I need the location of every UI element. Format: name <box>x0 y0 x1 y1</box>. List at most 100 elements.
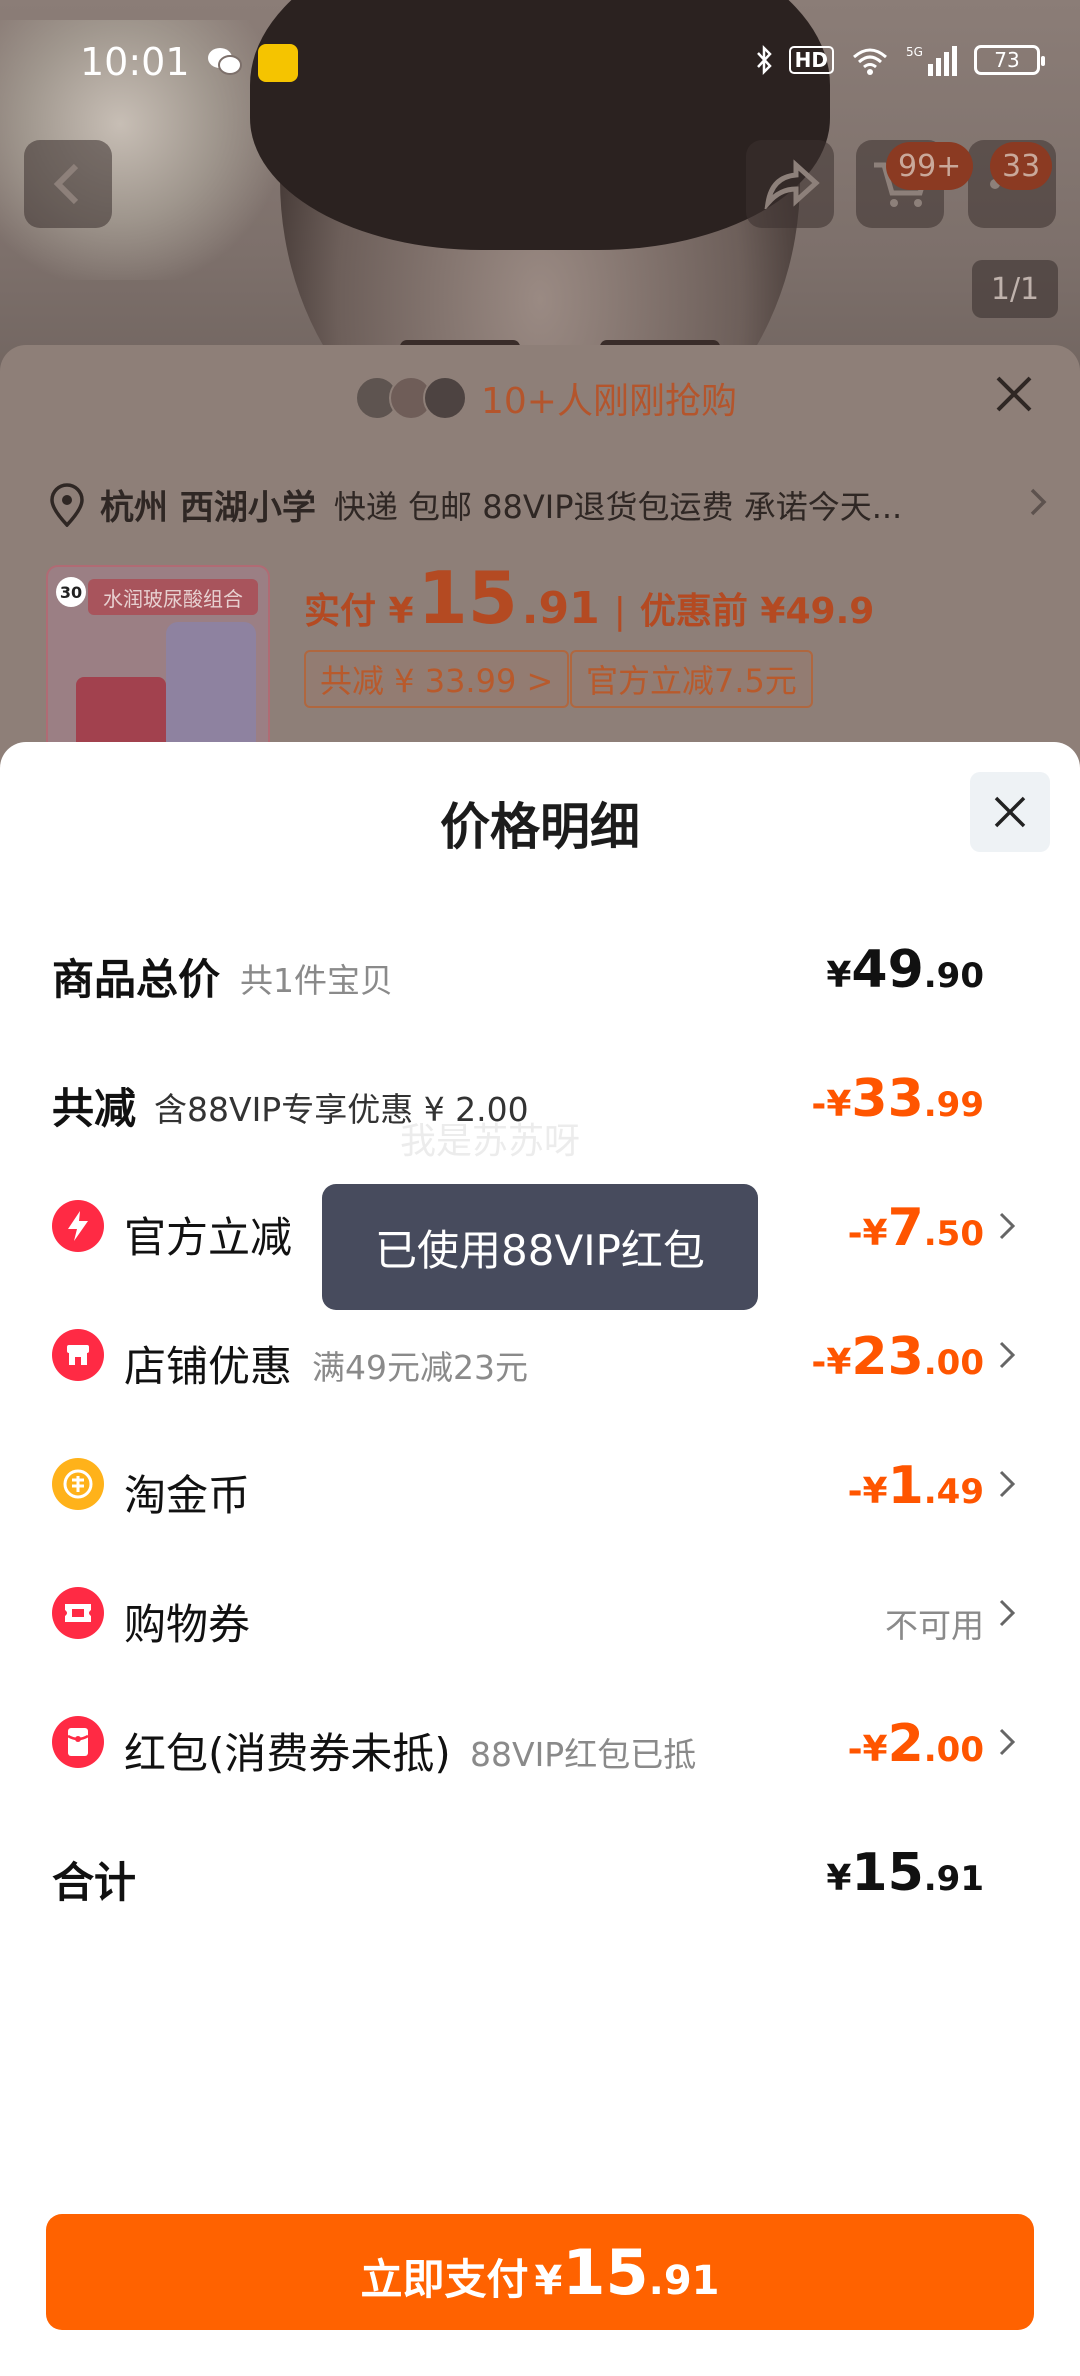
amount-symbol: -¥ <box>847 1471 888 1512</box>
red-packet-icon <box>52 1716 104 1768</box>
amount-int: 7 <box>887 1198 924 1258</box>
amount-symbol: ¥ <box>826 955 852 996</box>
row-name: 合计 <box>52 1858 137 1907</box>
signal-icon: 5G <box>906 45 957 76</box>
row-red-packet[interactable]: 红包(消费券未抵) 88VIP红包已抵 -¥ 2.00 <box>0 1680 1080 1800</box>
product-bottle <box>166 622 256 752</box>
pay-button-symbol: ¥ <box>534 2258 563 2304</box>
row-name: 红包(消费券未抵) <box>124 1729 451 1778</box>
paid-price-label: 实付 ¥ <box>304 591 414 632</box>
chevron-right-icon <box>999 1470 1016 1498</box>
chevron-right-icon <box>999 1728 1016 1756</box>
amount-dec: .91 <box>923 1859 984 1899</box>
row-amount: ¥15.91 <box>826 1843 984 1903</box>
avatar <box>423 376 467 420</box>
price-separator: | <box>613 591 626 632</box>
address-info: 快递 包邮 88VIP退货包运费 承诺今天... <box>333 487 903 526</box>
sheet-title: 价格明细 <box>440 798 640 856</box>
amount-int: 49 <box>851 940 924 1000</box>
pay-button-label: 立即支付 <box>360 2255 529 2304</box>
amount-dec: .00 <box>923 1730 984 1770</box>
amount-symbol: -¥ <box>847 1729 888 1770</box>
chevron-right-icon <box>999 1341 1016 1369</box>
amount-dec: .50 <box>923 1214 984 1254</box>
amount-int: 2 <box>887 1714 924 1774</box>
row-note: 满49元减23元 <box>312 1348 528 1387</box>
row-name: 购物券 <box>124 1600 251 1649</box>
hd-icon: HD <box>788 46 834 74</box>
watermark: 我是苏苏呀 <box>400 1121 581 1162</box>
buyers-text: 10+人刚刚抢购 <box>481 381 737 422</box>
chevron-right-icon <box>1030 488 1047 516</box>
ticket-icon <box>52 1587 104 1639</box>
amount-dec: .99 <box>923 1085 984 1125</box>
svg-text:5G: 5G <box>906 45 923 59</box>
address-city: 杭州 西湖小学 <box>100 488 316 528</box>
close-icon <box>994 796 1026 828</box>
status-bar: 10:01 HD 5G 73 <box>0 0 1080 120</box>
row-amount: -¥ 2.00 <box>848 1714 984 1774</box>
wifi-icon <box>853 48 887 75</box>
row-note: 共1件宝贝 <box>240 961 393 1000</box>
row-item-total: 商品总价 共1件宝贝 ¥49.90 <box>0 906 1080 1026</box>
image-pager: 1/1 <box>972 260 1058 318</box>
price-before: 优惠前 ¥49.9 <box>639 591 875 632</box>
pay-button-int: 15 <box>562 2236 649 2309</box>
close-button[interactable] <box>970 772 1050 852</box>
pay-button-dec: .91 <box>648 2258 720 2304</box>
amount-symbol: -¥ <box>811 1342 852 1383</box>
cart-badge: 99+ <box>886 142 974 190</box>
row-grand-total: 合计 ¥15.91 <box>0 1809 1080 1929</box>
row-amount: -¥ 23.00 <box>811 1327 984 1387</box>
row-shop-discount[interactable]: 店铺优惠 满49元减23元 -¥ 23.00 <box>0 1293 1080 1413</box>
message-badge: 33 <box>990 142 1053 190</box>
product-thumbnail[interactable]: 30 水润玻尿酸组合 <box>46 565 270 755</box>
row-amount: -¥ 1.49 <box>848 1456 984 1516</box>
row-amount: -¥ 7.50 <box>848 1198 984 1258</box>
row-shopping-coupon[interactable]: 购物券 不可用 <box>0 1551 1080 1671</box>
amount-dec: .49 <box>923 1472 984 1512</box>
lightning-icon <box>52 1200 104 1252</box>
row-name: 店铺优惠 <box>124 1342 293 1391</box>
pay-now-button[interactable]: 立即支付 ¥ 15 .91 <box>46 2214 1034 2330</box>
product-badge: 30 <box>56 577 86 607</box>
back-button[interactable] <box>24 140 112 228</box>
paid-price-int: 15 <box>417 556 518 640</box>
battery-icon: 73 <box>974 45 1045 75</box>
shop-icon <box>52 1329 104 1381</box>
amount-symbol: -¥ <box>811 1084 852 1125</box>
app-notification-icon <box>258 44 298 82</box>
coin-icon <box>52 1458 104 1510</box>
row-name: 共减 <box>52 1084 137 1133</box>
paid-price-dec: .91 <box>521 583 600 634</box>
row-amount: ¥49.90 <box>826 940 984 1000</box>
price-detail-sheet: 价格明细 商品总价 共1件宝贝 ¥49.90 共减 含88VIP专享优惠 ¥ 2… <box>0 742 1080 2376</box>
chevron-right-icon <box>999 1599 1016 1627</box>
row-unavailable: 不可用 <box>885 1606 984 1645</box>
row-name: 商品总价 <box>52 955 221 1004</box>
battery-level: 73 <box>994 48 1020 72</box>
amount-int: 33 <box>851 1069 924 1129</box>
total-reduce-chip[interactable]: 共减 ¥ 33.99 > <box>304 650 570 708</box>
row-name: 官方立减 <box>124 1213 293 1262</box>
product-thumbnail-label: 水润玻尿酸组合 <box>88 579 258 615</box>
recent-buyers: 10+人刚刚抢购 <box>355 372 737 424</box>
status-time: 10:01 <box>80 40 190 84</box>
share-button[interactable] <box>746 140 834 228</box>
close-icon[interactable] <box>990 370 1038 418</box>
chevron-right-icon <box>999 1212 1016 1240</box>
amount-dec: .00 <box>923 1343 984 1383</box>
price-line: 实付 ¥ 15 .91 | 优惠前 ¥49.9 <box>304 556 874 640</box>
address-row[interactable]: 杭州 西湖小学 快递 包邮 88VIP退货包运费 承诺今天... <box>48 480 1048 529</box>
amount-int: 15 <box>851 1843 924 1903</box>
back-arrow-icon <box>53 163 79 205</box>
row-name: 淘金币 <box>124 1471 251 1520</box>
amount-int: 1 <box>887 1456 924 1516</box>
status-icons: HD 5G 73 <box>755 44 1045 76</box>
row-amount: -¥ 33.99 <box>811 1069 984 1129</box>
row-note: 88VIP红包已抵 <box>470 1735 697 1774</box>
bluetooth-icon <box>756 44 772 76</box>
row-taojinbi[interactable]: 淘金币 -¥ 1.49 <box>0 1422 1080 1542</box>
wechat-icon <box>208 48 242 75</box>
amount-symbol: -¥ <box>847 1213 888 1254</box>
